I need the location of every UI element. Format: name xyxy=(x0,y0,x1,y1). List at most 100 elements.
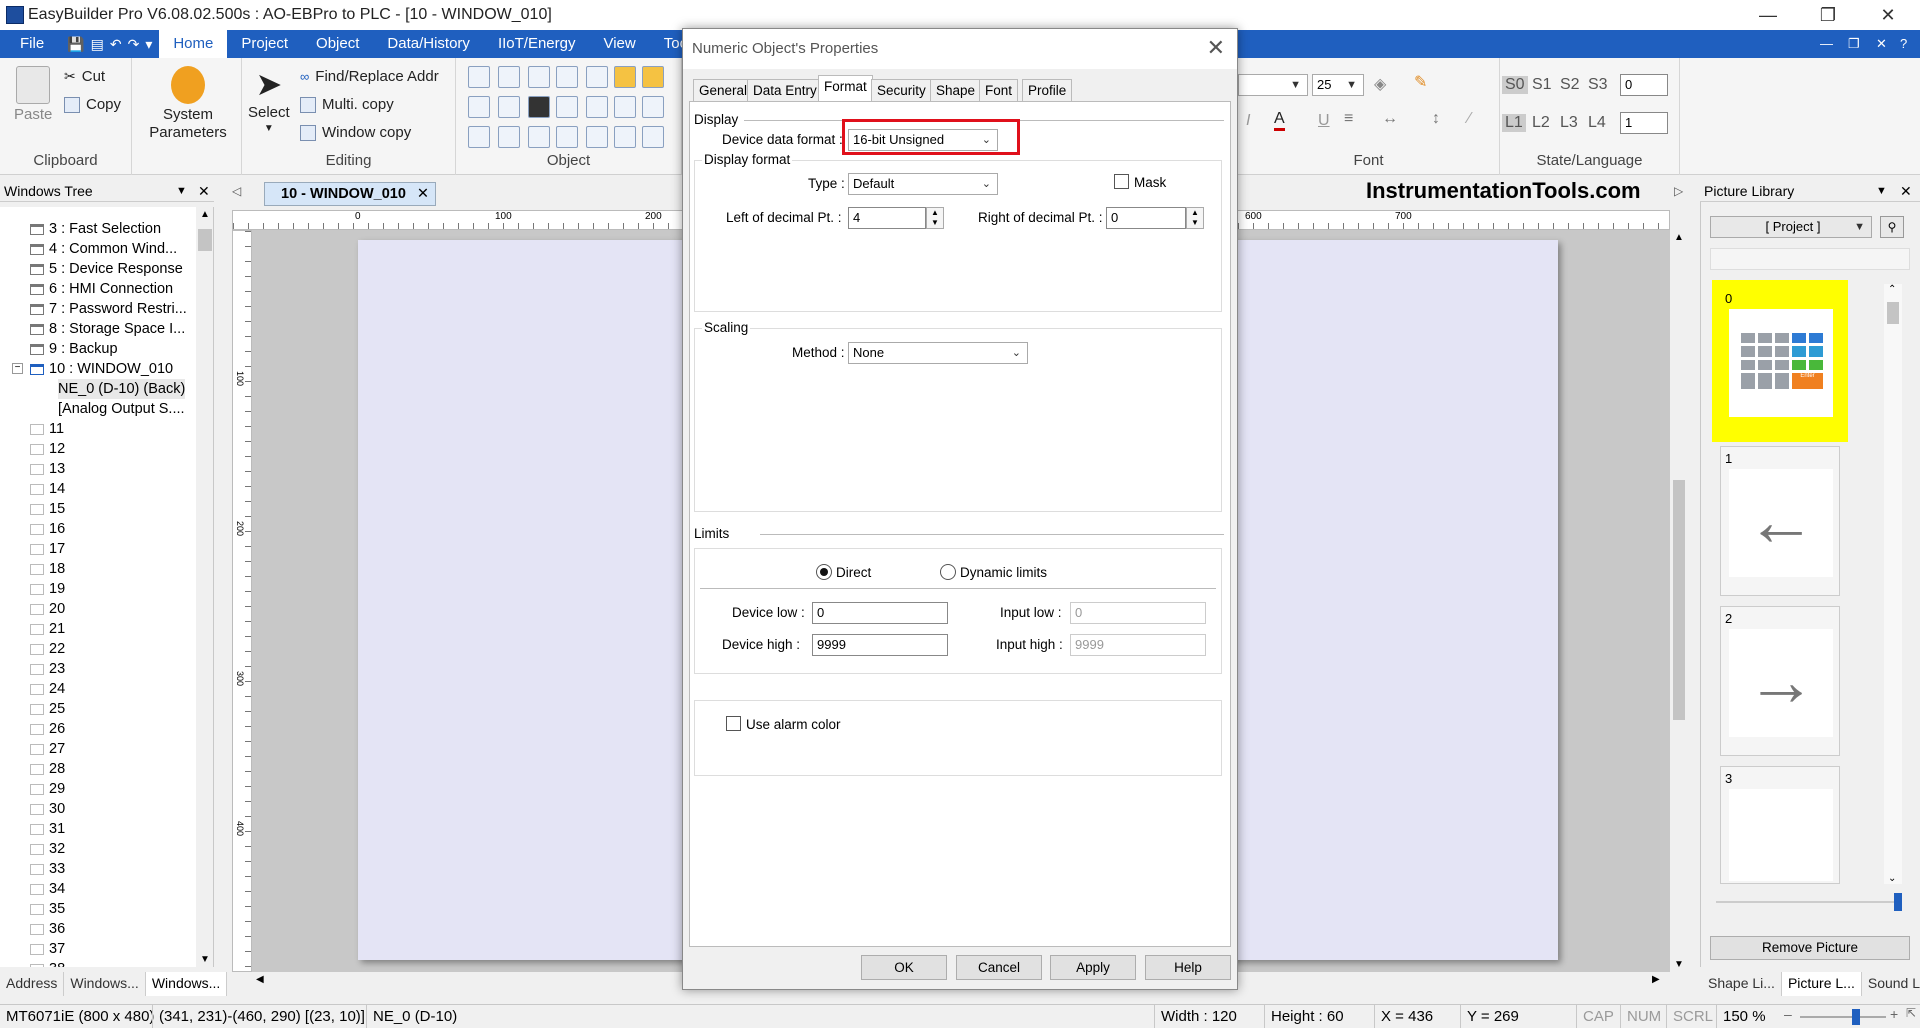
tree-window-item[interactable]: 24 xyxy=(30,679,65,699)
tree-window-item[interactable]: 19 xyxy=(30,579,65,599)
counter-object-icon[interactable] xyxy=(586,66,608,88)
state-s2-button[interactable]: S2 xyxy=(1560,76,1580,94)
tab-profile[interactable]: Profile xyxy=(1022,79,1073,101)
tree-window-item[interactable]: 28 xyxy=(30,759,65,779)
tree-child-item[interactable]: NE_0 (D-10) (Back) xyxy=(58,379,186,399)
tree-window-item[interactable]: 9 : Backup xyxy=(30,339,118,359)
left-decimal-input[interactable]: 4 xyxy=(848,207,926,229)
tree-window-item[interactable]: 26 xyxy=(30,719,65,739)
tree-scroll-thumb[interactable] xyxy=(198,229,212,251)
sparkle-icon[interactable] xyxy=(468,126,490,148)
align-icon[interactable]: ≡ xyxy=(1344,110,1353,128)
tree-window-item[interactable]: 37 xyxy=(30,939,65,959)
copy-button[interactable]: Copy xyxy=(64,96,121,113)
thumbnail-size-slider[interactable] xyxy=(1716,901,1896,903)
tree-window-item[interactable]: 6 : HMI Connection xyxy=(30,279,173,299)
tree-window-item[interactable]: 17 xyxy=(30,539,65,559)
close-icon[interactable]: ✕ xyxy=(1860,0,1916,30)
tree-window-item[interactable]: 14 xyxy=(30,479,65,499)
thumbnail-size-slider-thumb[interactable] xyxy=(1894,893,1902,911)
tag-object-icon[interactable] xyxy=(614,66,636,88)
tab-general[interactable]: General xyxy=(693,79,754,101)
scroll-up-icon[interactable]: ▲ xyxy=(1674,232,1684,243)
level-l3-button[interactable]: L3 xyxy=(1560,114,1578,132)
tree-window-item[interactable]: 7 : Password Restri... xyxy=(30,299,187,319)
vertical-spacing-icon[interactable]: ↕ xyxy=(1432,110,1440,128)
tree-window-item[interactable]: 38 xyxy=(30,959,65,967)
input-high-input[interactable]: 9999 xyxy=(1070,634,1206,656)
right-decimal-spinner[interactable]: ▲ ▼ xyxy=(1186,207,1204,229)
circle-icon[interactable] xyxy=(642,126,664,148)
bitmap-object-icon[interactable] xyxy=(642,66,664,88)
picture-library-select[interactable]: [ Project ] ▼ xyxy=(1710,216,1872,238)
level-l4-button[interactable]: L4 xyxy=(1588,114,1606,132)
menu-object[interactable]: Object xyxy=(302,30,373,58)
search-icon[interactable]: ⚲ xyxy=(1880,216,1904,238)
tree-window-item[interactable]: 10 : WINDOW_010 xyxy=(30,359,173,379)
table-object-icon[interactable] xyxy=(468,96,490,118)
tree-window-item[interactable]: 32 xyxy=(30,839,65,859)
tab-font[interactable]: Font xyxy=(979,79,1019,101)
scroll-right-icon[interactable]: ▶ xyxy=(1652,974,1660,985)
cancel-button[interactable]: Cancel xyxy=(956,955,1042,980)
tree-window-item[interactable]: 11 xyxy=(30,419,64,439)
ribbon-minimize-icon[interactable]: — xyxy=(1820,30,1833,58)
tab-shape-library[interactable]: Shape Li... xyxy=(1702,972,1782,996)
fill-color-icon[interactable]: ◈ xyxy=(1374,74,1386,94)
ribbon-restore-icon[interactable]: ❐ xyxy=(1848,30,1860,58)
format-painter-icon[interactable]: ✎ xyxy=(1414,72,1427,92)
lamp-object-icon[interactable] xyxy=(498,66,520,88)
arc-icon[interactable] xyxy=(642,96,664,118)
scaling-method-select[interactable]: None ⌄ xyxy=(848,342,1028,364)
font-name-select[interactable]: ▼ xyxy=(1238,74,1308,96)
menu-file[interactable]: File xyxy=(0,30,64,58)
state-value-stepper[interactable]: 0 xyxy=(1620,74,1668,96)
system-parameters-button[interactable]: System Parameters xyxy=(146,66,230,142)
line-icon[interactable] xyxy=(556,96,578,118)
tree-window-item[interactable]: 30 xyxy=(30,799,65,819)
scroll-down-icon[interactable]: ▼ xyxy=(200,954,210,965)
right-decimal-input[interactable]: 0 xyxy=(1106,207,1186,229)
clear-format-icon[interactable]: ∕ xyxy=(1468,110,1471,128)
tree-window-item[interactable]: 33 xyxy=(30,859,65,879)
menu-iiot-energy[interactable]: IIoT/Energy xyxy=(484,30,590,58)
mask-checkbox[interactable] xyxy=(1114,174,1129,189)
tree-window-item[interactable]: 4 : Common Wind... xyxy=(30,239,177,259)
traffic-light-icon[interactable] xyxy=(528,96,550,118)
scroll-down-icon[interactable]: ▼ xyxy=(1674,959,1684,970)
use-alarm-color-checkbox[interactable] xyxy=(726,716,741,731)
ascii-object-icon[interactable] xyxy=(498,96,520,118)
zoom-out-icon[interactable]: – xyxy=(1784,1006,1792,1022)
library-scrollbar[interactable]: ⌃ ⌄ xyxy=(1884,284,1902,884)
paste-button[interactable]: Paste xyxy=(14,66,52,123)
underline-icon[interactable]: U xyxy=(1318,112,1330,130)
picture-thumbnail-3[interactable]: 3 xyxy=(1720,766,1840,884)
panel-close-icon[interactable]: ✕ xyxy=(1900,180,1912,202)
tree-window-item[interactable]: 34 xyxy=(30,879,65,899)
tab-address[interactable]: Address xyxy=(0,972,65,996)
tree-window-item[interactable]: 25 xyxy=(30,699,65,719)
tab-windows-1[interactable]: Windows... xyxy=(64,972,146,996)
multi-copy-button[interactable]: Multi. copy xyxy=(300,96,394,113)
state-s1-button[interactable]: S1 xyxy=(1532,76,1552,94)
picture-thumbnail-1[interactable]: 1 ← xyxy=(1720,446,1840,596)
menu-project[interactable]: Project xyxy=(227,30,302,58)
left-decimal-spinner[interactable]: ▲ ▼ xyxy=(926,207,944,229)
tab-sound-library[interactable]: Sound Li... xyxy=(1862,972,1920,996)
level-l1-button[interactable]: L1 xyxy=(1502,114,1526,132)
menu-home[interactable]: Home xyxy=(159,30,228,58)
font-size-select[interactable]: 25 ▼ xyxy=(1312,74,1364,96)
tree-window-item[interactable]: 36 xyxy=(30,919,65,939)
tree-child-item[interactable]: [Analog Output S.... xyxy=(58,399,185,419)
input-low-input[interactable]: 0 xyxy=(1070,602,1206,624)
picture-icon[interactable] xyxy=(528,126,550,148)
scroll-up-icon[interactable]: ⌃ xyxy=(1888,284,1896,295)
picture-thumbnail-2[interactable]: 2 → xyxy=(1720,606,1840,756)
save-icon[interactable]: 💾 xyxy=(67,36,84,53)
remove-picture-button[interactable]: Remove Picture xyxy=(1710,936,1910,960)
grid-icon[interactable] xyxy=(586,126,608,148)
editor-vscroll-thumb[interactable] xyxy=(1673,480,1685,720)
tab-security[interactable]: Security xyxy=(871,79,932,101)
zoom-in-icon[interactable]: + xyxy=(1890,1006,1898,1022)
tree-window-item[interactable]: 23 xyxy=(30,659,65,679)
